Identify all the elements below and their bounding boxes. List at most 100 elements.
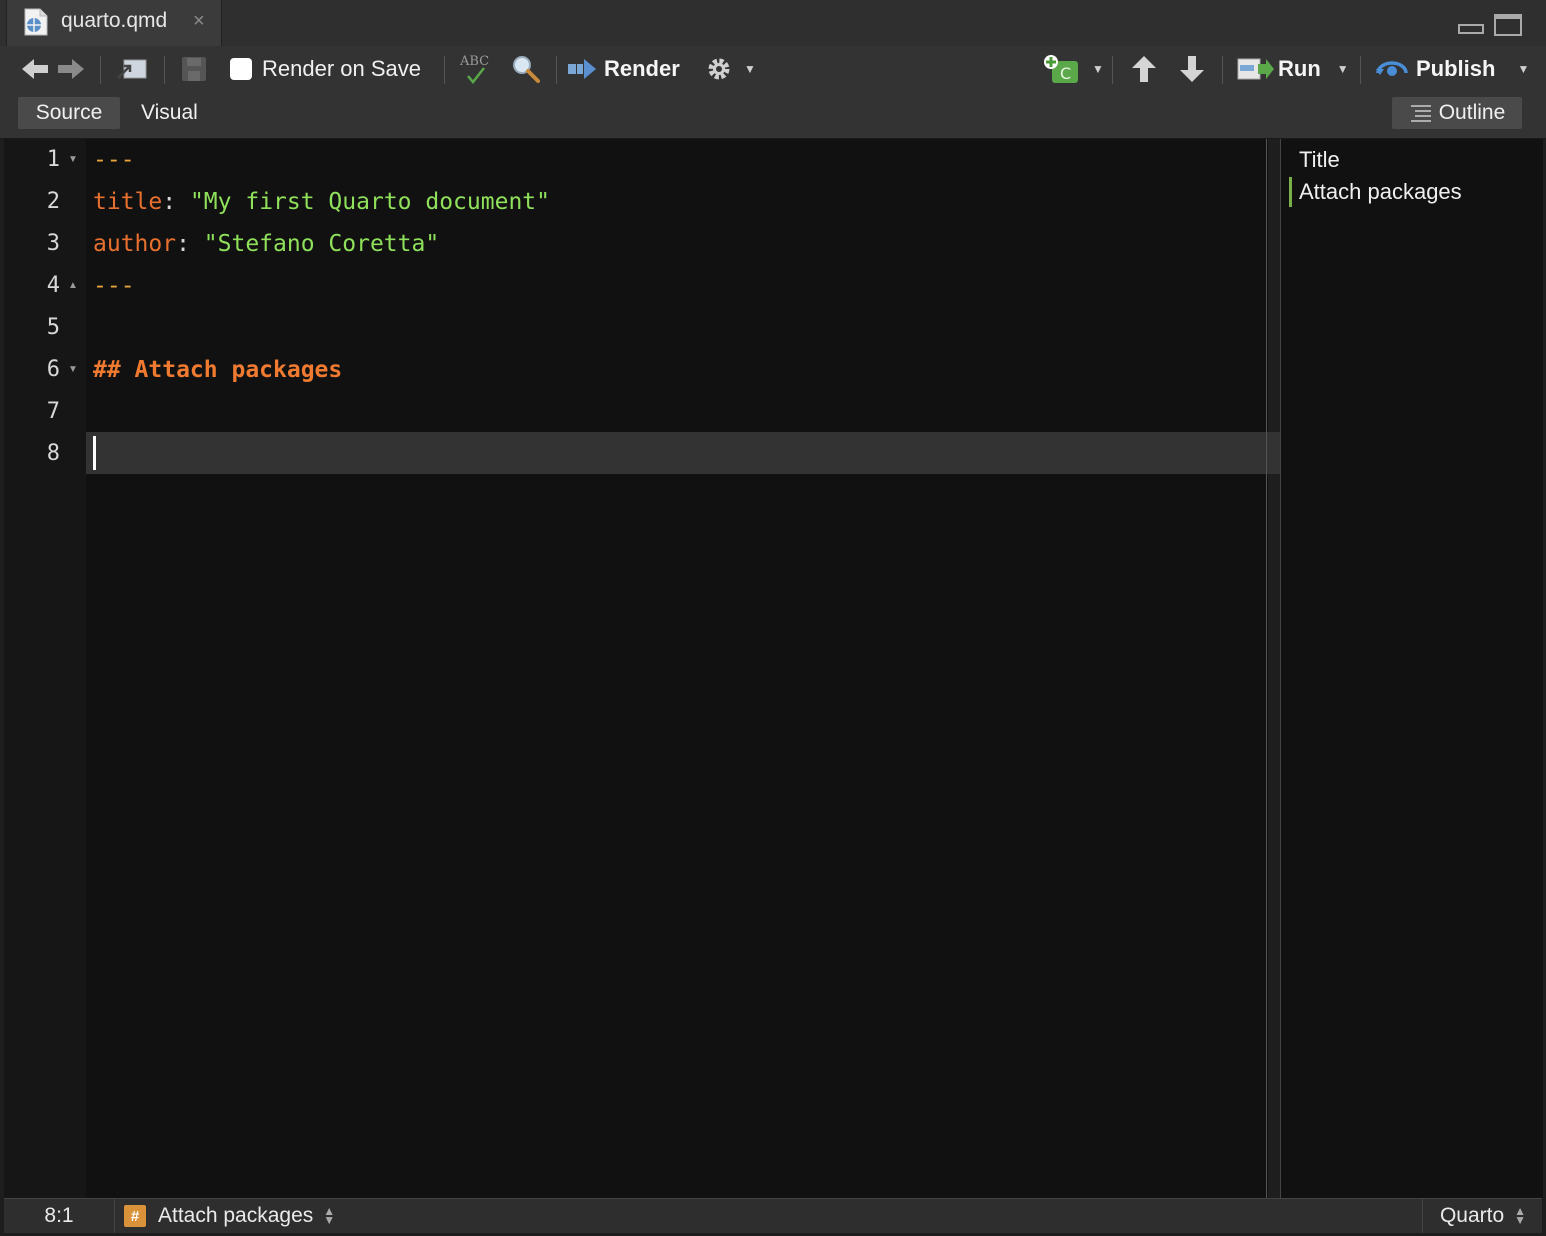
- yaml-colon: :: [176, 231, 204, 257]
- back-button[interactable]: [20, 46, 50, 92]
- gear-icon: [708, 58, 730, 80]
- publish-icon: [1376, 61, 1408, 76]
- quarto-file-icon: [24, 8, 48, 36]
- toolbar-separator: [1222, 56, 1223, 84]
- yaml-key: author: [93, 231, 177, 257]
- run-icon: [1237, 58, 1274, 80]
- markdown-heading: ## Attach packages: [93, 357, 343, 383]
- show-in-new-window-icon: [117, 59, 147, 79]
- text-cursor: [93, 436, 96, 470]
- editor-mode-bar: Source Visual Outline: [0, 92, 1546, 139]
- publish-button[interactable]: Publish ▼: [1374, 46, 1529, 92]
- current-section-label: Attach packages: [158, 1204, 314, 1227]
- fold-collapse-icon[interactable]: ▼: [68, 349, 78, 391]
- show-in-window-button[interactable]: [116, 46, 148, 92]
- forward-button[interactable]: [56, 46, 86, 92]
- chevron-down-icon: ▼: [1092, 62, 1104, 76]
- run-label: Run: [1278, 56, 1321, 81]
- tab-visual[interactable]: Visual: [141, 97, 198, 129]
- search-icon: [513, 56, 540, 83]
- file-tab[interactable]: quarto.qmd ×: [6, 0, 222, 46]
- fold-collapse-icon[interactable]: ▼: [68, 139, 78, 181]
- render-button[interactable]: Render: [566, 46, 680, 92]
- code-line: 1 ▼ ---: [4, 139, 1280, 181]
- code-line: 3 author: "Stefano Coretta": [4, 223, 1280, 265]
- insert-code-chunk-icon: C: [1044, 55, 1078, 83]
- outline-item-title[interactable]: Title: [1299, 147, 1340, 173]
- save-button[interactable]: [180, 46, 208, 92]
- status-bar: 8:1 # Attach packages ▲ ▼ Quarto ▲ ▼: [4, 1198, 1542, 1233]
- toolbar-separator: [556, 56, 557, 84]
- document-outline: Title Attach packages: [1280, 139, 1543, 1198]
- section-navigator[interactable]: # Attach packages ▲ ▼: [124, 1199, 335, 1233]
- save-disk-icon: [182, 57, 206, 81]
- outline-toggle-button[interactable]: Outline: [1392, 97, 1522, 129]
- arrow-right-icon: [58, 59, 84, 79]
- rstudio-source-pane: quarto.qmd × Render on Save ABC Render ▼…: [0, 0, 1546, 1236]
- arrow-down-icon: [1180, 56, 1204, 82]
- toolbar-separator: [1112, 56, 1113, 84]
- tab-bar: quarto.qmd ×: [0, 0, 1546, 47]
- spellcheck-text: ABC: [459, 54, 489, 69]
- yaml-entry: title: "My first Quarto document": [93, 181, 550, 223]
- go-to-next-chunk-button[interactable]: [1178, 46, 1206, 92]
- line-number: 6: [46, 357, 60, 382]
- yaml-value: "Stefano Coretta": [203, 231, 440, 257]
- line-number: 1: [46, 147, 60, 172]
- yaml-colon: :: [162, 189, 190, 215]
- document-type-selector[interactable]: Quarto ▲ ▼: [1422, 1199, 1543, 1233]
- render-on-save-label: Render on Save: [262, 56, 421, 81]
- yaml-delimiter: ---: [93, 273, 135, 299]
- toolbar-separator: [164, 56, 165, 84]
- arrow-left-icon: [22, 59, 48, 79]
- outline-list-icon: [1410, 105, 1431, 122]
- fold-expand-icon[interactable]: ▲: [68, 265, 78, 307]
- chevron-down-icon: ▼: [1517, 62, 1530, 76]
- close-tab-icon[interactable]: ×: [193, 10, 205, 33]
- spellcheck-button[interactable]: ABC: [458, 46, 496, 92]
- updown-chevron-icon: ▲ ▼: [1514, 1204, 1527, 1227]
- render-arrow-icon: [568, 59, 596, 79]
- settings-menu-button[interactable]: ▼: [704, 46, 756, 92]
- yaml-delimiter: ---: [93, 147, 135, 173]
- run-button[interactable]: Run ▼: [1236, 46, 1349, 92]
- render-on-save-checkbox[interactable]: [230, 58, 252, 80]
- yaml-entry: author: "Stefano Coretta": [93, 223, 439, 265]
- code-editor[interactable]: 1 ▼ --- 2 title: "My first Quarto docume…: [4, 139, 1280, 1198]
- chunk-letter: C: [1060, 64, 1071, 83]
- code-line: 8: [4, 433, 1280, 475]
- find-replace-button[interactable]: [510, 46, 542, 92]
- chevron-down-icon: ▼: [744, 62, 756, 76]
- code-line: 2 title: "My first Quarto document": [4, 181, 1280, 223]
- go-to-previous-chunk-button[interactable]: [1130, 46, 1158, 92]
- toolbar-separator: [1360, 56, 1361, 84]
- editor-toolbar: Render on Save ABC Render ▼ C ▼ Run ▼ Pu…: [0, 46, 1546, 92]
- line-number: 7: [46, 399, 60, 424]
- tab-source[interactable]: Source: [18, 97, 120, 129]
- outline-item-attach-packages[interactable]: Attach packages: [1299, 179, 1462, 205]
- line-number: 8: [46, 441, 60, 466]
- chevron-down-icon: ▼: [1336, 62, 1349, 76]
- yaml-value: "My first Quarto document": [189, 189, 550, 215]
- code-line: 6 ▼ ## Attach packages: [4, 349, 1280, 391]
- document-type-label: Quarto: [1439, 1204, 1505, 1227]
- publish-label: Publish: [1416, 56, 1496, 81]
- updown-chevron-icon: ▲ ▼: [323, 1204, 336, 1227]
- insert-chunk-button[interactable]: C ▼: [1042, 46, 1104, 92]
- line-number: 4: [46, 273, 60, 298]
- cursor-position: 8:1: [4, 1199, 115, 1233]
- toolbar-separator: [444, 56, 445, 84]
- section-hash-icon: #: [124, 1205, 146, 1227]
- outline-label: Outline: [1438, 101, 1506, 124]
- code-line: 5: [4, 307, 1280, 349]
- outline-current-marker: [1289, 177, 1292, 207]
- line-number: 5: [46, 315, 60, 340]
- maximize-pane-icon[interactable]: [1494, 14, 1522, 36]
- spellcheck-icon: ABC: [459, 54, 489, 84]
- line-number: 3: [46, 231, 60, 256]
- arrow-up-icon: [1132, 56, 1156, 82]
- render-on-save-toggle[interactable]: Render on Save: [230, 46, 421, 92]
- margin-line: [1266, 139, 1267, 1198]
- minimize-pane-icon[interactable]: [1458, 20, 1484, 34]
- yaml-key: title: [93, 189, 163, 215]
